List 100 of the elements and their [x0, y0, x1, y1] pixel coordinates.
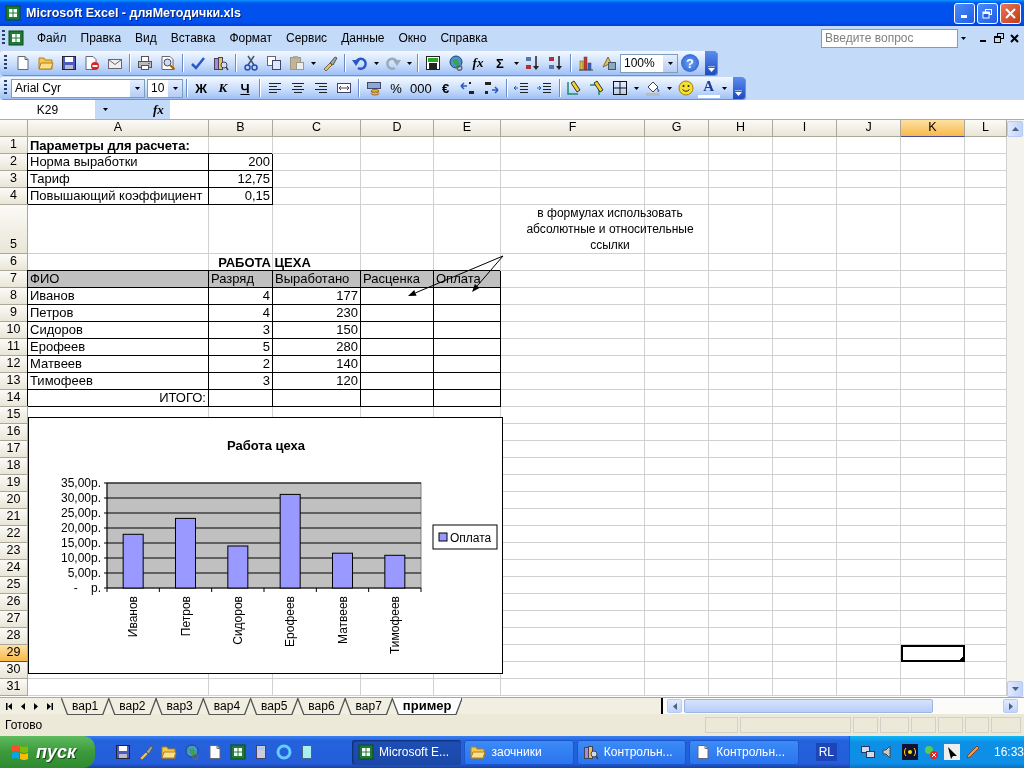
zoom-dropdown[interactable]: 100%	[620, 53, 678, 73]
previous-sheet-icon[interactable]	[21, 702, 25, 710]
scroll-up-icon[interactable]	[1011, 127, 1019, 131]
taskbar-button[interactable]: заочники	[464, 739, 574, 765]
chart-icon[interactable]	[577, 55, 594, 71]
sort-ascending-icon[interactable]	[524, 55, 541, 71]
borders-icon[interactable]	[612, 80, 629, 96]
row-header[interactable]: 4	[0, 188, 28, 205]
network-error-icon[interactable]	[923, 744, 939, 760]
books-icon[interactable]	[582, 744, 599, 760]
italic-button[interactable]: К	[212, 77, 234, 99]
caret-icon[interactable]	[373, 61, 379, 65]
column-header[interactable]: J	[837, 120, 901, 137]
row-header[interactable]: 12	[0, 356, 28, 373]
minimize-button[interactable]	[954, 2, 975, 24]
scroll-down-icon[interactable]	[1011, 687, 1019, 691]
caret-icon[interactable]	[634, 86, 640, 90]
column-header[interactable]: K	[901, 120, 965, 137]
caret-icon[interactable]	[667, 61, 673, 65]
smiley-icon[interactable]	[678, 80, 695, 96]
open-folder-icon[interactable]	[37, 55, 54, 71]
row-header[interactable]: 1	[0, 137, 28, 154]
row-header[interactable]: 10	[0, 322, 28, 339]
globe-icon[interactable]	[447, 55, 464, 71]
vertical-scrollbar[interactable]	[1007, 120, 1024, 697]
caret-icon[interactable]	[406, 61, 412, 65]
toolbar-options-button[interactable]	[705, 51, 717, 75]
taskbar-button[interactable]: Контрольн...	[689, 739, 799, 765]
row-header[interactable]: 8	[0, 288, 28, 305]
brushes-icon[interactable]	[138, 744, 155, 760]
chevron-icon[interactable]	[735, 90, 743, 96]
row-header[interactable]: 3	[0, 171, 28, 188]
shapes-icon[interactable]	[600, 55, 617, 71]
caret-icon[interactable]	[667, 86, 673, 90]
menu-item[interactable]: Окно	[391, 28, 434, 48]
scroll-right-icon[interactable]	[1008, 702, 1013, 710]
books-icon[interactable]	[212, 55, 229, 71]
row-header[interactable]: 31	[0, 679, 28, 696]
row-header[interactable]: 29	[0, 645, 28, 662]
caret-icon[interactable]	[960, 36, 966, 40]
paint-bucket-icon[interactable]	[645, 80, 662, 96]
merge-cells-icon[interactable]	[335, 80, 352, 96]
column-header[interactable]: H	[709, 120, 773, 137]
checkmark-icon[interactable]	[189, 55, 206, 71]
row-header[interactable]: 11	[0, 339, 28, 356]
column-header[interactable]: I	[773, 120, 837, 137]
language-indicator[interactable]: RL	[815, 743, 837, 761]
row-header[interactable]: 14	[0, 390, 28, 407]
column-header[interactable]: L	[965, 120, 1007, 137]
row-header[interactable]: 26	[0, 594, 28, 611]
menu-item[interactable]: Правка	[73, 28, 129, 48]
bold-button[interactable]: Ж	[190, 77, 212, 99]
row-header[interactable]: 28	[0, 628, 28, 645]
cut-icon[interactable]	[242, 55, 259, 71]
cursor-icon[interactable]	[944, 744, 960, 760]
globe-icon[interactable]	[184, 744, 201, 760]
column-header[interactable]: C	[273, 120, 361, 137]
coins-icon[interactable]	[365, 80, 382, 96]
copy-icon[interactable]	[265, 55, 282, 71]
print-preview-icon[interactable]	[159, 55, 176, 71]
caret-icon[interactable]	[722, 86, 728, 90]
row-header[interactable]: 22	[0, 526, 28, 543]
sum-button[interactable]: Σ	[489, 52, 511, 74]
row-header[interactable]: 25	[0, 577, 28, 594]
close-icon[interactable]	[1010, 33, 1019, 43]
column-header[interactable]: F	[501, 120, 645, 137]
row-header[interactable]: 21	[0, 509, 28, 526]
menu-item[interactable]: Формат	[222, 28, 280, 48]
document-block-icon[interactable]	[83, 55, 100, 71]
row-header[interactable]: 20	[0, 492, 28, 509]
restore-button[interactable]	[977, 2, 998, 24]
align-center-icon[interactable]	[289, 80, 306, 96]
folder-icon[interactable]	[161, 744, 178, 760]
row-header[interactable]: 23	[0, 543, 28, 560]
row-header[interactable]: 18	[0, 458, 28, 475]
browser-icon[interactable]	[276, 744, 293, 760]
chevron-icon[interactable]	[707, 66, 715, 72]
menu-item[interactable]: Файл	[30, 28, 74, 48]
menu-item[interactable]: Сервис	[279, 28, 335, 48]
row-header[interactable]: 16	[0, 424, 28, 441]
row-header[interactable]: 7	[0, 271, 28, 288]
new-document-icon[interactable]	[14, 55, 31, 71]
row-header[interactable]: 9	[0, 305, 28, 322]
indent-icon[interactable]	[536, 80, 553, 96]
row-header[interactable]: 2	[0, 154, 28, 171]
menu-item[interactable]: Данные	[334, 28, 392, 48]
horizontal-scrollbar[interactable]	[661, 698, 1024, 714]
active-cell[interactable]	[901, 645, 965, 662]
spreadsheet-icon[interactable]	[358, 744, 375, 760]
first-sheet-icon[interactable]	[6, 702, 12, 710]
insert-function-button[interactable]: fx	[153, 101, 164, 118]
restore-icon[interactable]	[994, 33, 1004, 43]
spreadsheet-icon[interactable]	[230, 744, 247, 760]
sort-descending-icon[interactable]	[547, 55, 564, 71]
row-header[interactable]: 27	[0, 611, 28, 628]
row-header[interactable]: 19	[0, 475, 28, 492]
taskbar-button[interactable]: Контрольн...	[576, 739, 687, 765]
outdent-icon[interactable]	[513, 80, 530, 96]
menu-item[interactable]: Вид	[128, 28, 164, 48]
row-header[interactable]: 5	[0, 205, 28, 254]
